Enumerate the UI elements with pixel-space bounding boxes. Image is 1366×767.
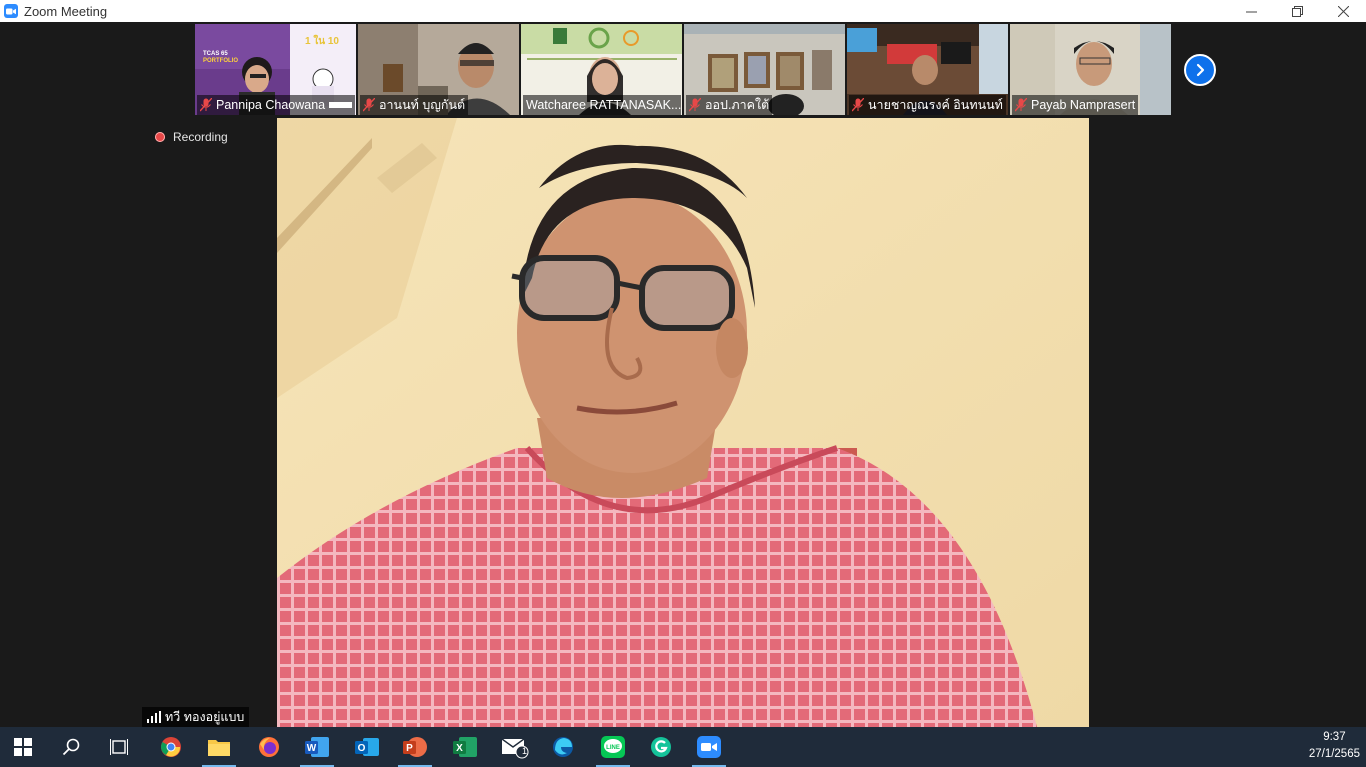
search-icon [62, 738, 80, 756]
taskbar-file-explorer[interactable] [196, 727, 242, 767]
clock-date: 27/1/2565 [1308, 748, 1360, 760]
excel-icon: X [453, 737, 477, 757]
participant-name: Payab Namprasert [1031, 98, 1136, 112]
participant-name: อานนท์ บุญกันต์ [379, 98, 466, 112]
signal-strength-icon [147, 711, 161, 723]
taskbar-zoom[interactable] [686, 727, 732, 767]
banner-text-portfolio: PORTFOLIO [203, 58, 238, 64]
firefox-icon [259, 737, 279, 757]
participant-tile[interactable]: นายชาญณรงค์ อินทนนท์ [847, 24, 1008, 115]
participant-tile[interactable]: Payab Namprasert [1010, 24, 1171, 115]
participant-name-label: Pannipa Chaowana [197, 95, 355, 115]
participant-name: นายชาญณรงค์ อินทนนท์ [868, 98, 1003, 112]
active-speaker-label: ทวี ทองอยู่แบบ [142, 707, 250, 727]
taskbar-firefox[interactable] [246, 727, 292, 767]
mic-muted-icon [200, 98, 212, 112]
participant-name-label: นายชาญณรงค์ อินทนนท์ [849, 95, 1006, 115]
mic-muted-icon [1015, 98, 1027, 112]
participant-name: ออป.ภาคใต้ [705, 98, 770, 112]
svg-text:O: O [358, 743, 366, 754]
recording-label: Recording [173, 130, 228, 144]
task-view-button[interactable] [96, 727, 142, 767]
close-button[interactable] [1320, 0, 1366, 22]
windows-icon [14, 738, 32, 756]
taskbar-powerpoint[interactable]: P [392, 727, 438, 767]
restore-button[interactable] [1274, 0, 1320, 22]
banner-text-big: 1 ใน 10 [305, 36, 339, 47]
participant-tile[interactable]: Watcharee RATTANASAK... [521, 24, 682, 115]
mic-muted-icon [363, 98, 375, 112]
word-icon: W [305, 737, 329, 757]
mail-badge: 1 [522, 746, 528, 756]
task-view-icon [110, 739, 128, 755]
svg-text:W: W [307, 743, 317, 754]
taskbar-word[interactable]: W [294, 727, 340, 767]
taskbar-excel[interactable]: X [442, 727, 488, 767]
chrome-icon [161, 737, 181, 757]
participant-name-label: อานนท์ บุญกันต์ [360, 95, 469, 115]
participant-name-label: ออป.ภาคใต้ [686, 95, 773, 115]
taskbar-line[interactable]: LINE [590, 727, 636, 767]
search-button[interactable] [48, 727, 94, 767]
title-bar: Zoom Meeting [0, 0, 1366, 22]
participant-name-label: Watcharee RATTANASAK... [523, 95, 681, 115]
participant-tile[interactable]: 1 ใน 10 TCAS 65 PORTFOLIO Pannipa Chaowa… [195, 24, 356, 115]
participant-name: Watcharee RATTANASAK... [526, 98, 681, 112]
participant-name: Pannipa Chaowana [216, 98, 326, 112]
taskbar-chrome[interactable] [148, 727, 194, 767]
start-button[interactable] [0, 727, 46, 767]
zoom-app-icon [4, 4, 18, 18]
taskbar-edge[interactable] [540, 727, 586, 767]
restore-icon [1291, 5, 1303, 17]
speaker-video-frame [277, 118, 1089, 727]
taskbar-grammarly[interactable] [638, 727, 684, 767]
participant-tile[interactable]: ออป.ภาคใต้ [684, 24, 845, 115]
outlook-icon: O [355, 738, 379, 756]
svg-text:LINE: LINE [606, 745, 620, 751]
active-speaker-name: ทวี ทองอยู่แบบ [165, 710, 245, 724]
mic-muted-icon [689, 98, 701, 112]
next-page-button[interactable] [1184, 54, 1216, 86]
participant-name-label: Payab Namprasert [1012, 95, 1139, 115]
participant-tile[interactable]: อานนท์ บุญกันต์ [358, 24, 519, 115]
active-speaker-video[interactable] [277, 118, 1089, 727]
powerpoint-icon: P [403, 737, 427, 757]
minimize-button[interactable] [1228, 0, 1274, 22]
line-icon: LINE [601, 736, 625, 758]
close-icon [1337, 5, 1349, 17]
svg-text:P: P [406, 743, 413, 754]
folder-icon [208, 740, 230, 756]
banner-text-tcas: TCAS 65 [203, 51, 228, 57]
clock-time: 9:37 [1323, 731, 1346, 743]
taskbar: W O P X 1 LINE 9:37 27/1/2565 [0, 727, 1366, 767]
system-clock[interactable]: 9:37 27/1/2565 [1309, 729, 1360, 763]
svg-text:X: X [456, 743, 463, 754]
taskbar-outlook[interactable]: O [344, 727, 390, 767]
grammarly-icon [651, 737, 671, 757]
window-title: Zoom Meeting [24, 3, 108, 19]
minimize-icon [1245, 11, 1257, 12]
zoom-icon [697, 736, 721, 758]
mic-muted-icon [852, 98, 864, 112]
recording-indicator[interactable]: Recording [155, 130, 228, 144]
edge-icon [553, 737, 573, 757]
chevron-right-icon [1196, 63, 1205, 77]
taskbar-mail[interactable]: 1 [492, 727, 538, 767]
record-icon [155, 132, 165, 142]
